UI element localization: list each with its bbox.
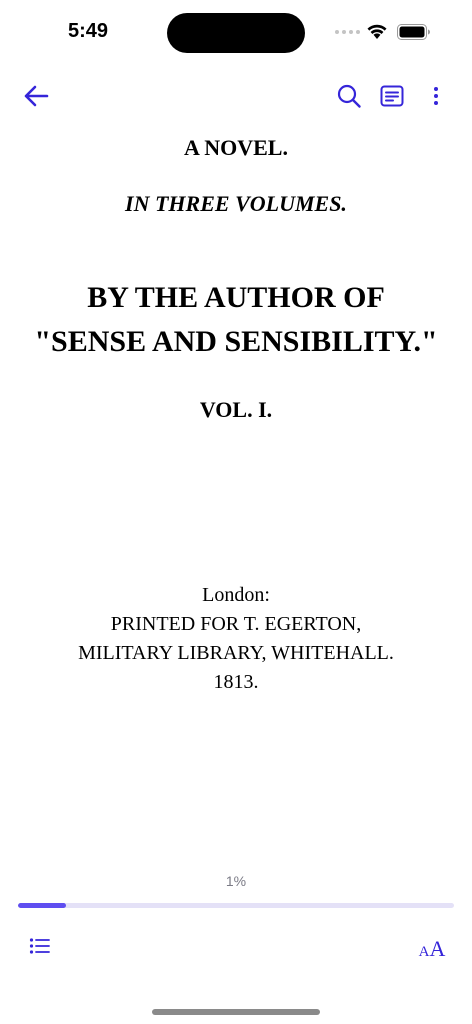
book-title-line: A NOVEL. [184, 135, 288, 160]
notes-button[interactable] [374, 78, 410, 114]
imprint-place: London: [202, 584, 270, 606]
font-small-glyph: A [418, 944, 430, 960]
back-button[interactable] [18, 78, 54, 114]
reader-toolbar [0, 78, 472, 114]
imprint-year: 1813. [213, 671, 259, 693]
status-time: 5:49 [68, 20, 109, 42]
author-line-1: BY THE AUTHOR OF [87, 281, 385, 314]
cellular-signal-icon [335, 30, 360, 34]
imprint-library: MILITARY LIBRARY, WHITEHALL. [78, 642, 394, 664]
font-settings-button[interactable]: AA [412, 930, 452, 960]
search-button[interactable] [331, 78, 367, 114]
author-line-2: "SENSE AND SENSIBILITY." [34, 325, 438, 358]
reading-progress-fill [18, 903, 66, 908]
dynamic-island [167, 13, 305, 53]
battery-icon [397, 24, 430, 40]
list-icon [29, 938, 50, 954]
volume-number: VOL. I. [199, 397, 273, 422]
home-indicator [152, 1009, 320, 1015]
wifi-icon [367, 24, 387, 39]
more-options-button[interactable] [418, 78, 454, 114]
reading-progress-slider[interactable] [18, 903, 454, 908]
more-vertical-icon [434, 87, 438, 105]
search-icon [337, 84, 361, 108]
notes-icon [380, 85, 404, 107]
status-bar: 5:49 [0, 0, 472, 64]
imprint-printer: PRINTED FOR T. EGERTON, [110, 613, 362, 635]
table-of-contents-button[interactable] [26, 934, 54, 958]
volumes-line: IN THREE VOLUMES. [125, 191, 347, 216]
reading-progress-label: 1% [225, 873, 247, 889]
font-large-glyph: A [429, 936, 446, 961]
arrow-left-icon [24, 85, 49, 107]
